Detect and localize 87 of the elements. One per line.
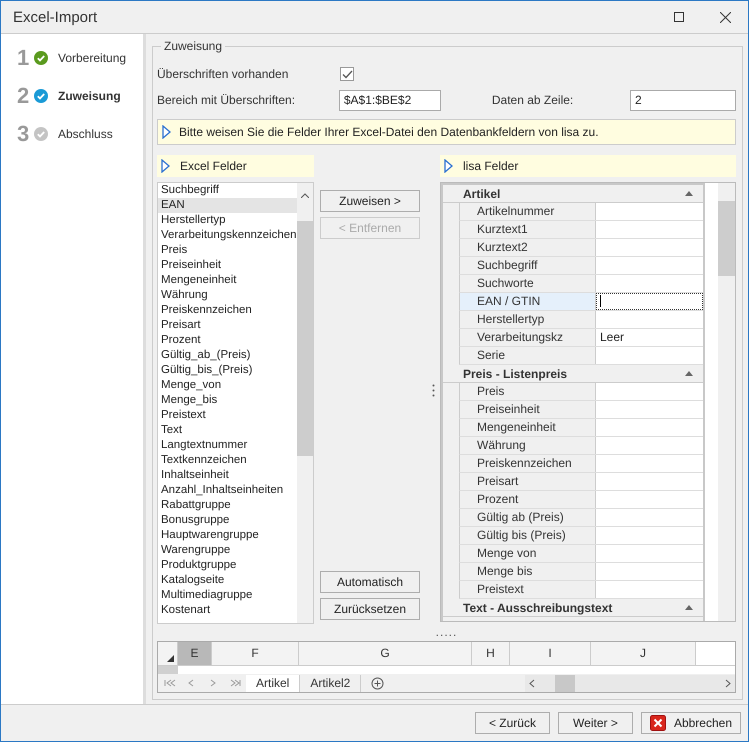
step-label[interactable]: Vorbereitung	[58, 51, 126, 65]
nav-arrow-icon	[162, 678, 176, 688]
triangle-icon	[444, 159, 453, 173]
headers-checkbox[interactable]	[340, 67, 354, 81]
list-item[interactable]: Langtextnummer	[158, 438, 297, 453]
column-header[interactable]: I	[510, 642, 591, 665]
list-item[interactable]: Menge_bis	[158, 393, 297, 408]
field-label: Überschriften vorhanden	[157, 67, 290, 81]
group-title: Zuweisung	[161, 39, 226, 53]
triangle-icon	[162, 125, 171, 139]
list-item[interactable]: Kostenart	[158, 603, 297, 618]
scroll-right-icon[interactable]	[725, 678, 731, 688]
category-header[interactable]: Text - Ausschreibungstext	[443, 599, 703, 617]
column-header[interactable]: F	[212, 642, 299, 665]
list-item[interactable]: Preisart	[158, 318, 297, 333]
info-text: Bitte weisen Sie die Felder Ihrer Excel-Datei den Datenbankfeldern von lisa zu.	[179, 125, 599, 139]
collapse-arrow-icon[interactable]	[685, 371, 693, 376]
column-header[interactable]: J	[591, 642, 696, 665]
property-value[interactable]: Leer	[596, 329, 703, 346]
splitter-grip-icon[interactable]	[432, 384, 434, 398]
sheet-tab[interactable]: Artikel	[246, 674, 300, 692]
collapse-arrow-icon[interactable]	[685, 605, 693, 610]
column-header[interactable]: G	[299, 642, 472, 665]
column-header[interactable]: H	[472, 642, 510, 665]
list-item[interactable]: Gültig_ab_(Preis)	[158, 348, 297, 363]
section-title: lisa Felder	[463, 159, 518, 173]
scroll-thumb[interactable]	[297, 221, 313, 456]
triangle-icon	[161, 159, 170, 173]
list-item[interactable]: Prozent	[158, 333, 297, 348]
list-item[interactable]: Produktgruppe	[158, 558, 297, 573]
step-number: 1	[17, 45, 30, 71]
select-all-icon[interactable]	[167, 655, 174, 662]
list-item[interactable]: Verarbeitungskennzeichen	[158, 228, 297, 243]
action-button[interactable]: Automatisch	[320, 571, 420, 593]
scroll-thumb[interactable]	[555, 674, 575, 692]
list-item[interactable]: Warengruppe	[158, 543, 297, 558]
action-button[interactable]: Zurücksetzen	[320, 598, 420, 620]
list-item[interactable]: Inhaltseinheit	[158, 468, 297, 483]
close-icon	[720, 12, 730, 22]
close-icon	[650, 715, 666, 731]
maximize-icon	[674, 12, 684, 22]
scroll-up-icon[interactable]	[301, 193, 309, 198]
column-header[interactable]: E	[178, 642, 212, 665]
list-item[interactable]: Mengeneinheit	[158, 273, 297, 288]
list-item[interactable]: Preiskennzeichen	[158, 303, 297, 318]
property-value[interactable]	[596, 293, 703, 310]
add-sheet-icon[interactable]	[371, 676, 384, 690]
list-item[interactable]: Hauptwarengruppe	[158, 528, 297, 543]
field-label: Bereich mit Überschriften:	[157, 93, 296, 107]
property-name[interactable]: EAN / GTIN	[460, 293, 596, 310]
step-number: 3	[17, 121, 30, 147]
horizontal-scrollbar[interactable]	[525, 674, 735, 692]
step-label[interactable]: Zuweisung	[58, 89, 121, 103]
section-title: Excel Felder	[180, 159, 247, 173]
step-label[interactable]: Abschluss	[58, 127, 113, 141]
list-item[interactable]: Währung	[158, 288, 297, 303]
nav-arrow-icon	[228, 678, 242, 688]
step-number: 2	[17, 83, 30, 109]
nav-button[interactable]: Weiter >	[558, 712, 633, 734]
range-field[interactable]: $A$1:$BE$2	[338, 90, 441, 110]
start-row-field[interactable]: 2	[630, 90, 736, 110]
splitter-grip[interactable]: .....	[157, 627, 736, 641]
window-title: Excel-Import	[13, 8, 98, 26]
assign-button[interactable]: Zuweisen >	[320, 190, 420, 212]
scrollbar[interactable]	[718, 183, 735, 621]
list-item[interactable]: Anzahl_Inhaltseinheiten	[158, 483, 297, 498]
list-item[interactable]: Text	[158, 423, 297, 438]
list-item[interactable]: Textkennzeichen	[158, 453, 297, 468]
list-item[interactable]: Herstellertyp	[158, 213, 297, 228]
scroll-thumb[interactable]	[718, 201, 735, 276]
list-item[interactable]: Menge_von	[158, 378, 297, 393]
collapse-arrow-icon[interactable]	[685, 191, 693, 196]
list-item[interactable]: Multimediagruppe	[158, 588, 297, 603]
cancel-button[interactable]: Abbrechen	[640, 712, 741, 734]
list-item[interactable]: Suchbegriff	[158, 183, 297, 198]
scrollbar[interactable]	[297, 183, 313, 623]
list-item[interactable]: Bonusgruppe	[158, 513, 297, 528]
nav-button[interactable]: < Zurück	[474, 712, 550, 734]
list-item[interactable]: Gültig_bis_(Preis)	[158, 363, 297, 378]
list-item[interactable]: Rabattgruppe	[158, 498, 297, 513]
list-item[interactable]: Preis	[158, 243, 297, 258]
list-item[interactable]: Preistext	[158, 408, 297, 423]
field-label: Daten ab Zeile:	[492, 93, 574, 107]
scroll-left-icon[interactable]	[529, 678, 535, 688]
list-item[interactable]: EAN	[158, 198, 297, 213]
list-item[interactable]: Katalogseite	[158, 573, 297, 588]
list-item[interactable]: Preiseinheit	[158, 258, 297, 273]
